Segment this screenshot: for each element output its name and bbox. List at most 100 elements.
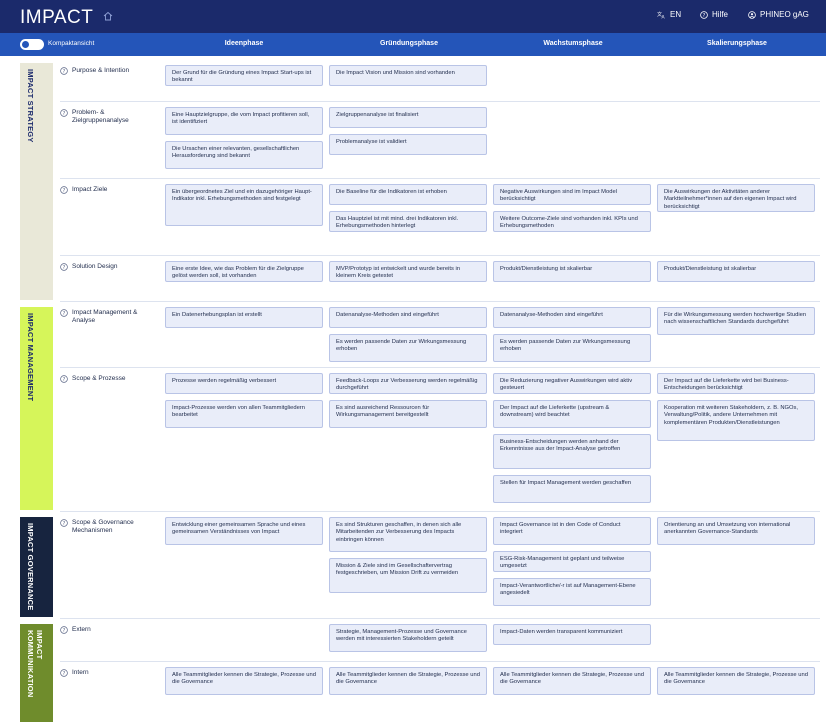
criterion-card[interactable]: Es sind ausreichend Ressourcen für Wirku…: [329, 400, 487, 428]
criterion-card[interactable]: Die Impact Vision und Mission sind vorha…: [329, 65, 487, 86]
subcategory-title: Extern: [72, 626, 91, 633]
criterion-card[interactable]: Für die Wirkungsmessung werden hochwerti…: [657, 307, 815, 335]
help-circle-icon[interactable]: ?: [60, 309, 68, 317]
subcategory-title: Purpose & Intention: [72, 67, 130, 74]
category-label: IMPACT GOVERNANCE: [26, 523, 35, 611]
criterion-card[interactable]: Eine Hauptzielgruppe, die vom Impact pro…: [165, 107, 323, 135]
help-circle-icon[interactable]: ?: [60, 263, 68, 271]
svg-text:?: ?: [63, 69, 66, 75]
criterion-card[interactable]: MVP/Prototyp ist entwickelt und wurde be…: [329, 261, 487, 282]
phase-bar: Kompaktansicht Ideenphase Gründungsphase…: [0, 33, 826, 56]
criterion-card[interactable]: Ein Datenerhebungsplan ist erstellt: [165, 307, 323, 328]
help-circle-icon[interactable]: ?: [60, 375, 68, 383]
criterion-card[interactable]: Alle Teammitglieder kennen die Strategie…: [329, 667, 487, 695]
subcategory-row-label: ? Problem- & Zielgruppenanalyse: [60, 109, 152, 124]
criterion-card[interactable]: Mission & Ziele sind im Gesellschafterve…: [329, 558, 487, 593]
help-circle-icon[interactable]: ?: [60, 67, 68, 75]
criterion-card[interactable]: Impact-Verantwortliche/-r ist auf Manage…: [493, 578, 651, 606]
svg-text:?: ?: [703, 13, 706, 19]
criterion-card[interactable]: Weitere Outcome-Ziele sind vorhanden ink…: [493, 211, 651, 232]
criterion-card[interactable]: Stellen für Impact Management werden ges…: [493, 475, 651, 503]
help-circle-icon[interactable]: ?: [60, 626, 68, 634]
criterion-card[interactable]: Die Ursachen einer relevanten, gesellsch…: [165, 141, 323, 169]
help-circle-icon[interactable]: ?: [60, 186, 68, 194]
criterion-card[interactable]: Datenanalyse-Methoden sind eingeführt: [493, 307, 651, 328]
criterion-card[interactable]: Das Hauptziel ist mit mind. drei Indikat…: [329, 211, 487, 232]
criterion-card[interactable]: Produkt/Dienstleistung ist skalierbar: [657, 261, 815, 282]
criterion-card[interactable]: Die Baseline für die Indikatoren ist erh…: [329, 184, 487, 205]
criterion-card[interactable]: Es werden passende Daten zur Wirkungsmes…: [329, 334, 487, 362]
criterion-card[interactable]: Strategie, Management-Prozesse und Gover…: [329, 624, 487, 652]
criterion-card[interactable]: Zielgruppenanalyse ist finalisiert: [329, 107, 487, 128]
category-bar: IMPACT MANAGEMENT: [20, 307, 53, 510]
svg-text:?: ?: [63, 111, 66, 117]
subcategory-row-label: ? Scope & Prozesse: [60, 375, 152, 383]
row-divider: [60, 511, 820, 512]
criterion-card[interactable]: Alle Teammitglieder kennen die Strategie…: [657, 667, 815, 695]
account-menu[interactable]: PHINEO gAG: [748, 10, 809, 19]
criterion-card[interactable]: Die Reduzierung negativer Auswirkungen w…: [493, 373, 651, 394]
category-label: IMPACT MANAGEMENT: [26, 313, 35, 402]
phase-header-growth: Wachstumsphase: [543, 40, 603, 47]
criterion-card[interactable]: Feedback-Loops zur Verbesserung werden r…: [329, 373, 487, 394]
help-circle-icon[interactable]: ?: [60, 109, 68, 117]
criterion-card[interactable]: Die Auswirkungen der Aktivitäten anderer…: [657, 184, 815, 212]
criterion-card[interactable]: Prozesse werden regelmäßig verbessert: [165, 373, 323, 394]
criterion-card[interactable]: ESG-Risk-Management ist geplant und teil…: [493, 551, 651, 572]
criterion-card[interactable]: Datenanalyse-Methoden sind eingeführt: [329, 307, 487, 328]
svg-text:?: ?: [63, 521, 66, 527]
category-bar: IMPACT KOMMUNIKATION: [20, 624, 53, 722]
row-divider: [60, 301, 820, 302]
criterion-card[interactable]: Alle Teammitglieder kennen die Strategie…: [165, 667, 323, 695]
criterion-card[interactable]: Der Grund für die Gründung eines Impact …: [165, 65, 323, 86]
subcategory-row-label: ? Intern: [60, 669, 152, 677]
criterion-card[interactable]: Impact-Daten werden transparent kommuniz…: [493, 624, 651, 645]
criterion-card[interactable]: Impact Governance ist in den Code of Con…: [493, 517, 651, 545]
criterion-card[interactable]: Alle Teammitglieder kennen die Strategie…: [493, 667, 651, 695]
criterion-card[interactable]: Impact-Prozesse werden von allen Teammit…: [165, 400, 323, 428]
translate-icon: 文 A: [657, 11, 666, 19]
criterion-card[interactable]: Business-Entscheidungen werden anhand de…: [493, 434, 651, 469]
category-impact-management: IMPACT MANAGEMENT: [20, 307, 53, 510]
row-divider: [60, 255, 820, 256]
help-circle-icon[interactable]: ?: [60, 669, 68, 677]
category-label: IMPACT STRATEGY: [26, 69, 35, 143]
category-label: IMPACT KOMMUNIKATION: [26, 630, 44, 698]
help-link[interactable]: ? Hilfe: [700, 10, 728, 19]
subcategory-title: Solution Design: [72, 263, 118, 270]
row-divider: [60, 101, 820, 102]
criterion-card[interactable]: Problemanalyse ist validiert: [329, 134, 487, 155]
category-bar: IMPACT GOVERNANCE: [20, 517, 53, 617]
category-bar: IMPACT STRATEGY: [20, 63, 53, 300]
home-icon[interactable]: [103, 11, 113, 21]
subcategory-title: Impact Management & Analyse: [72, 309, 138, 324]
language-switch[interactable]: 文 A EN: [657, 10, 681, 19]
criterion-card[interactable]: Produkt/Dienstleistung ist skalierbar: [493, 261, 651, 282]
criterion-card[interactable]: Der Impact auf die Lieferkette wird bei …: [657, 373, 815, 394]
criterion-card[interactable]: Kooperation mit weiteren Stakeholdern, z…: [657, 400, 815, 441]
compact-view-toggle[interactable]: [20, 39, 44, 50]
criterion-card[interactable]: Der Impact auf die Lieferkette (upstream…: [493, 400, 651, 428]
criterion-card[interactable]: Es sind Strukturen geschaffen, in denen …: [329, 517, 487, 552]
category-impact-strategy: IMPACT STRATEGY: [20, 63, 53, 300]
subcategory-row-label: ? Impact Ziele: [60, 186, 152, 194]
criterion-card[interactable]: Entwicklung einer gemeinsamen Sprache un…: [165, 517, 323, 545]
impact-logo[interactable]: IMPACT: [20, 7, 93, 28]
criterion-card[interactable]: Ein übergeordnetes Ziel und ein dazugehö…: [165, 184, 323, 226]
svg-text:?: ?: [63, 311, 66, 317]
help-circle-icon: ?: [700, 10, 708, 19]
criterion-card[interactable]: Orientierung an und Umsetzung von intern…: [657, 517, 815, 545]
svg-text:?: ?: [63, 377, 66, 383]
criterion-card[interactable]: Negative Auswirkungen sind im Impact Mod…: [493, 184, 651, 205]
svg-text:?: ?: [63, 188, 66, 194]
help-circle-icon[interactable]: ?: [60, 519, 68, 527]
subcategory-title: Intern: [72, 669, 89, 676]
criterion-card[interactable]: Eine erste Idee, wie das Problem für die…: [165, 261, 323, 282]
subcategory-row-label: ? Scope & Governance Mechanismen: [60, 519, 152, 534]
subcategory-row-label: ? Purpose & Intention: [60, 67, 152, 75]
row-divider: [60, 618, 820, 619]
subcategory-title: Impact Ziele: [72, 186, 108, 193]
phase-header-scaling: Skalierungsphase: [707, 40, 767, 47]
criterion-card[interactable]: Es werden passende Daten zur Wirkungsmes…: [493, 334, 651, 362]
svg-text:?: ?: [63, 628, 66, 634]
